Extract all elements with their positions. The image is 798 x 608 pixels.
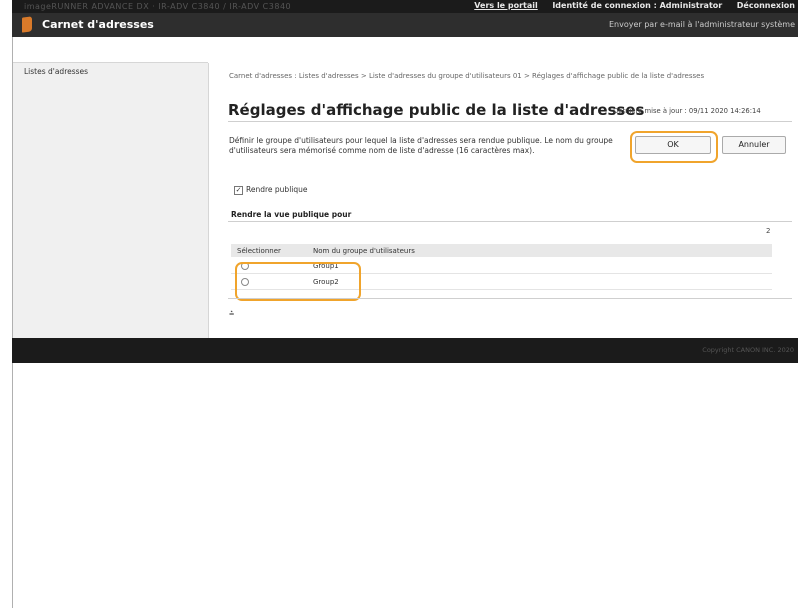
public-checkbox-row[interactable]: ✓ Rendre publique: [234, 185, 308, 195]
sidebar-divider: [13, 62, 208, 63]
login-id: Identité de connexion : Administrator: [552, 1, 723, 10]
col-name-header: Nom du groupe d'utilisateurs: [313, 247, 415, 255]
ok-button[interactable]: OK: [635, 136, 711, 154]
device-name: imageRUNNER ADVANCE DX · IR-ADV C3840 / …: [24, 2, 292, 11]
group-count: 2: [766, 227, 771, 235]
copyright: Copyright CANON INC. 2020: [702, 346, 794, 354]
to-top-icon[interactable]: ⩮: [229, 309, 234, 319]
bottom-divider: [228, 298, 792, 299]
portal-link[interactable]: Vers le portail: [474, 1, 538, 10]
breadcrumb: Carnet d'adresses : Listes d'adresses > …: [229, 72, 705, 80]
app-header: Carnet d'adresses Envoyer par e-mail à l…: [12, 13, 798, 37]
section-heading: Rendre la vue publique pour: [231, 210, 352, 219]
checkbox-checked-icon[interactable]: ✓: [234, 185, 243, 195]
logout-link[interactable]: Déconnexion: [737, 1, 795, 10]
section-divider: [228, 221, 792, 222]
table-header: Sélectionner Nom du groupe d'utilisateur…: [231, 244, 772, 257]
sidebar: Listes d'adresses: [13, 62, 209, 338]
title-divider: [228, 121, 792, 122]
top-bar: imageRUNNER ADVANCE DX · IR-ADV C3840 / …: [12, 0, 798, 13]
footer: Copyright CANON INC. 2020: [12, 338, 798, 363]
sidebar-item-address-lists[interactable]: Listes d'adresses: [24, 67, 88, 76]
top-links: Vers le portail Identité de connexion : …: [462, 1, 795, 10]
description-text: Définir le groupe d'utilisateurs pour le…: [229, 136, 613, 155]
public-checkbox-label: Rendre publique: [246, 185, 308, 194]
mail-admin-link[interactable]: Envoyer par e-mail à l'administrateur sy…: [609, 20, 795, 29]
address-book-icon: [22, 16, 32, 33]
main-panel: Carnet d'adresses : Listes d'adresses > …: [209, 63, 798, 338]
last-updated: Dernière mise à jour : 09/11 2020 14:26:…: [613, 107, 761, 115]
cancel-button[interactable]: Annuler: [722, 136, 786, 154]
page-title: Réglages d'affichage public de la liste …: [228, 101, 645, 119]
group-rows-highlight: [235, 262, 361, 301]
app-title: Carnet d'adresses: [42, 18, 154, 31]
col-select-header: Sélectionner: [237, 247, 281, 255]
